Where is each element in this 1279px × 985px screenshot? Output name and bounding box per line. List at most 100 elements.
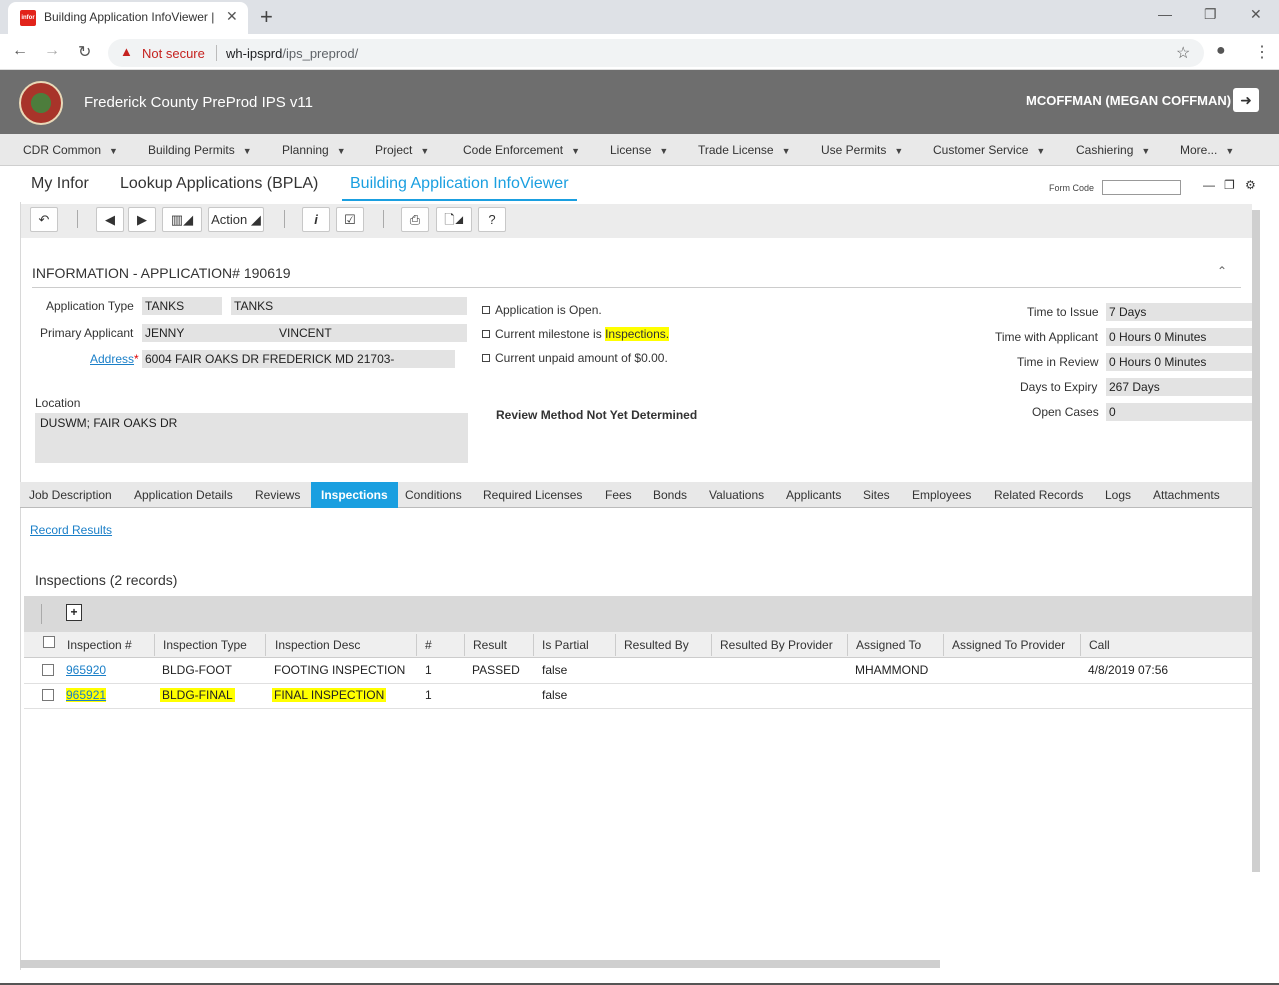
help-button[interactable]: ? (478, 207, 506, 232)
col-count[interactable]: # (425, 638, 432, 652)
menu-license[interactable]: License ▼ (610, 143, 668, 157)
info-button[interactable]: i (302, 207, 330, 232)
days-to-expiry-label: Days to Expiry (1020, 380, 1098, 394)
col-inspection-desc[interactable]: Inspection Desc (275, 638, 360, 652)
tab-fees[interactable]: Fees (605, 488, 632, 502)
add-record-icon[interactable]: + (66, 604, 82, 621)
caret-down-icon: ▼ (420, 146, 430, 156)
menu-customer-service[interactable]: Customer Service ▼ (933, 143, 1045, 157)
bullet-icon (482, 330, 490, 338)
menu-cashiering[interactable]: Cashiering ▼ (1076, 143, 1150, 157)
library-icon: ▥◢ (170, 212, 194, 227)
col-is-partial[interactable]: Is Partial (542, 638, 589, 652)
next-record-button[interactable]: ▶ (128, 207, 156, 232)
row-checkbox[interactable] (42, 664, 54, 676)
assigned-to-cell: MHAMMOND (855, 663, 929, 677)
tab-lookup-applications[interactable]: Lookup Applications (BPLA) (120, 175, 318, 193)
col-inspection-type[interactable]: Inspection Type (163, 638, 247, 652)
row-checkbox[interactable] (42, 689, 54, 701)
menu-code-enforcement[interactable]: Code Enforcement ▼ (463, 143, 580, 157)
profile-icon[interactable]: ● (1216, 42, 1226, 60)
undo-back-button[interactable]: ↶ (30, 207, 58, 232)
time-in-review-value: 0 Hours 0 Minutes (1106, 353, 1252, 371)
tab-job-description[interactable]: Job Description (29, 488, 112, 502)
tab-bonds[interactable]: Bonds (653, 488, 687, 502)
previous-record-button[interactable]: ◀ (96, 207, 124, 232)
next-icon: ▶ (137, 212, 147, 227)
inspection-type-cell: BLDG-FOOT (162, 663, 233, 677)
settings-gear-icon[interactable]: ⚙ (1245, 178, 1256, 192)
menu-planning[interactable]: Planning ▼ (282, 143, 346, 157)
form-code-input[interactable] (1102, 180, 1181, 195)
print-button[interactable]: ⎙ (401, 207, 429, 232)
caret-down-icon: ▼ (659, 146, 669, 156)
tab-my-infor[interactable]: My Infor (31, 175, 89, 193)
menu-trade-license[interactable]: Trade License ▼ (698, 143, 791, 157)
tab-attachments[interactable]: Attachments (1153, 488, 1220, 502)
milestone-prefix: Current milestone is (495, 327, 602, 341)
tab-application-details[interactable]: Application Details (134, 488, 233, 502)
col-result[interactable]: Result (473, 638, 507, 652)
url-path: /ips_preprod/ (282, 46, 359, 61)
active-tab-underline (342, 199, 577, 201)
restore-panel-icon[interactable]: ❐ (1224, 178, 1235, 192)
tab-valuations[interactable]: Valuations (709, 488, 764, 502)
tab-employees[interactable]: Employees (912, 488, 971, 502)
col-call[interactable]: Call (1089, 638, 1110, 652)
col-assigned-to-provider[interactable]: Assigned To Provider (952, 638, 1065, 652)
application-status: Application is Open. (495, 303, 602, 317)
tab-close-icon[interactable]: ✕ (226, 8, 238, 25)
collapse-chevron-icon[interactable]: ⌃ (1217, 264, 1227, 278)
tab-reviews[interactable]: Reviews (255, 488, 300, 502)
application-subtype-field: TANKS (231, 297, 467, 315)
new-tab-icon[interactable]: + (260, 4, 273, 30)
col-resulted-by-provider[interactable]: Resulted By Provider (720, 638, 833, 652)
inspection-desc-cell: FINAL INSPECTION (272, 688, 387, 702)
menu-use-permits[interactable]: Use Permits ▼ (821, 143, 903, 157)
address-bar[interactable]: ▲ Not secure wh-ipsprd/ips_preprod/ ☆ (108, 39, 1204, 67)
forward-icon[interactable]: → (44, 42, 60, 60)
call-cell: 4/8/2019 07:56 (1088, 663, 1169, 677)
record-results-link[interactable]: Record Results (30, 523, 112, 537)
tab-required-licenses[interactable]: Required Licenses (483, 488, 582, 502)
browser-tab[interactable]: infor Building Application InfoViewer | … (8, 2, 248, 34)
document-button[interactable]: 🗋◢ (436, 207, 472, 232)
vertical-scrollbar[interactable] (1252, 210, 1260, 872)
tab-conditions[interactable]: Conditions (405, 488, 462, 502)
inspection-type-cell: BLDG-FINAL (160, 688, 235, 702)
applicant-first-name: JENNY (145, 326, 185, 340)
back-icon[interactable]: ← (12, 42, 28, 60)
col-assigned-to[interactable]: Assigned To (856, 638, 921, 652)
tab-building-application-infoviewer[interactable]: Building Application InfoViewer (350, 175, 569, 193)
inspection-number-link[interactable]: 965921 (66, 688, 107, 702)
checklist-button[interactable]: ☑ (336, 207, 364, 232)
menu-project[interactable]: Project ▼ (375, 143, 429, 157)
tab-applicants[interactable]: Applicants (786, 488, 841, 502)
restore-icon[interactable]: ❐ (1204, 6, 1217, 23)
address-link[interactable]: Address (90, 352, 134, 366)
library-button[interactable]: ▥◢ (162, 207, 202, 232)
menu-cdr-common[interactable]: CDR Common ▼ (23, 143, 118, 157)
tab-sites[interactable]: Sites (863, 488, 890, 502)
browser-tabstrip: infor Building Application InfoViewer | … (0, 0, 1279, 34)
menu-building-permits[interactable]: Building Permits ▼ (148, 143, 252, 157)
tab-title: Building Application InfoViewer | (44, 10, 215, 24)
logout-icon[interactable]: ➜ (1233, 88, 1259, 112)
minimize-icon[interactable]: — (1158, 6, 1172, 22)
inspection-number-link[interactable]: 965920 (66, 663, 106, 677)
window-close-icon[interactable]: ✕ (1250, 6, 1262, 23)
col-inspection-number[interactable]: Inspection # (67, 638, 132, 652)
horizontal-scrollbar[interactable] (20, 960, 940, 968)
reload-icon[interactable]: ↻ (78, 42, 91, 62)
action-toolbar (21, 204, 1252, 238)
select-all-checkbox[interactable] (43, 636, 55, 648)
bookmark-star-icon[interactable]: ☆ (1176, 43, 1190, 63)
tab-related-records[interactable]: Related Records (994, 488, 1083, 502)
browser-menu-icon[interactable]: ⋮ (1254, 42, 1270, 62)
action-button[interactable]: Action ◢ (208, 207, 264, 232)
tab-logs[interactable]: Logs (1105, 488, 1131, 502)
tab-inspections[interactable]: Inspections (311, 482, 398, 508)
minimize-panel-icon[interactable]: — (1203, 178, 1215, 192)
menu-more[interactable]: More... ▼ (1180, 143, 1234, 157)
col-resulted-by[interactable]: Resulted By (624, 638, 689, 652)
